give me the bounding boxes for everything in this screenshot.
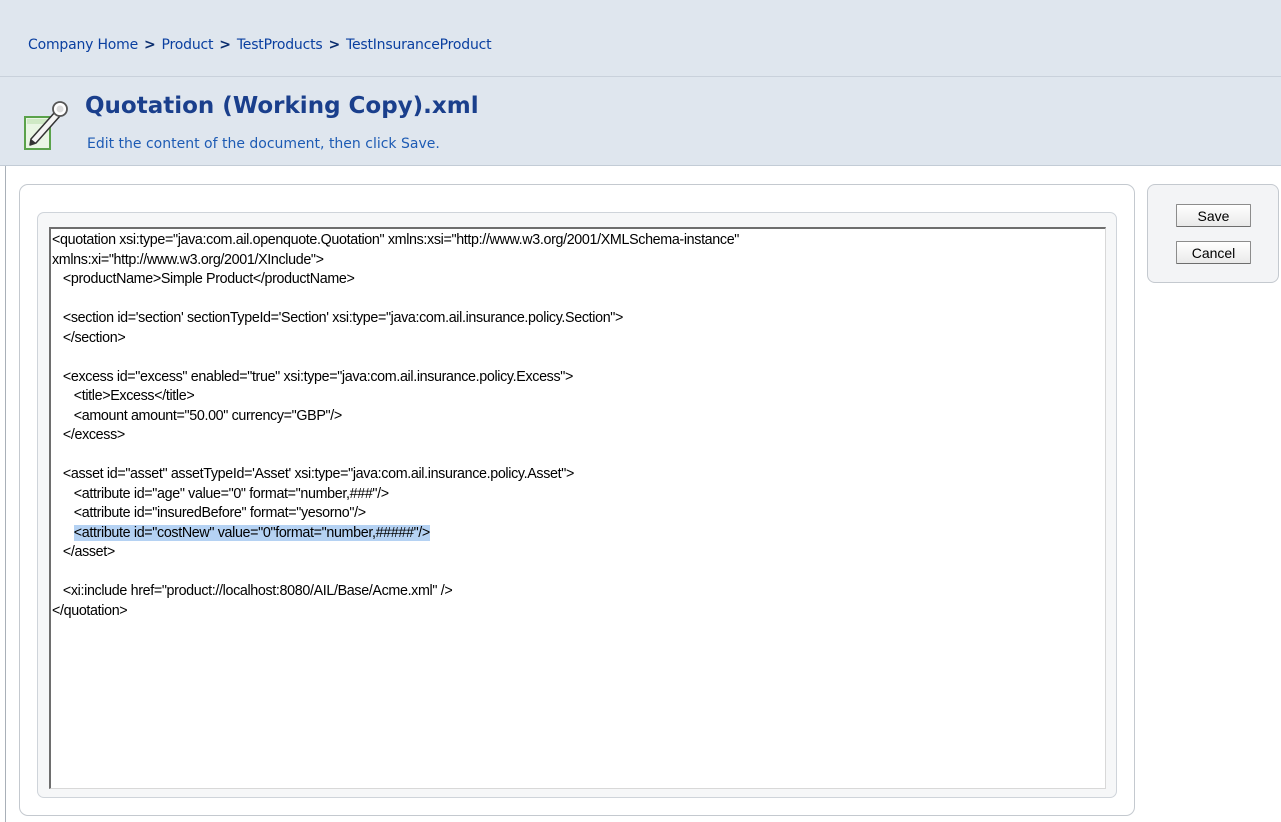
breadcrumb-separator: > <box>144 37 156 53</box>
page-subtitle: Edit the content of the document, then c… <box>87 136 440 152</box>
page-title: Quotation (Working Copy).xml <box>85 93 479 119</box>
editor-panel: <quotation xsi:type="java:com.ail.openqu… <box>19 184 1135 816</box>
header-divider <box>0 76 1281 77</box>
code-line: <title>Excess</title> <box>52 388 195 404</box>
code-line: </excess> <box>52 427 125 443</box>
code-line: <productName>Simple Product</productName… <box>52 271 355 287</box>
code-line: <attribute id="age" value="0" format="nu… <box>52 485 389 502</box>
code-line: <attribute id="costNew" value="0"format=… <box>52 524 1105 544</box>
breadcrumb-company-home[interactable]: Company Home <box>28 37 138 53</box>
selected-text: <attribute id="costNew" value="0"format=… <box>73 524 430 541</box>
action-panel: Save Cancel <box>1147 184 1279 283</box>
cancel-button[interactable]: Cancel <box>1176 241 1251 264</box>
code-line: </asset> <box>52 544 115 560</box>
code-line: <attribute id="insuredBefore" format="ye… <box>52 505 366 521</box>
code-line: </section> <box>52 329 126 346</box>
code-line: <section id='section' sectionTypeId='Sec… <box>52 310 624 326</box>
code-line: <xi:include href="product://localhost:80… <box>52 583 453 599</box>
code-line: <excess id="excess" enabled="true" xsi:t… <box>52 368 574 385</box>
code-line: </quotation> <box>52 602 128 619</box>
left-border <box>5 166 6 822</box>
content-textarea[interactable]: <quotation xsi:type="java:com.ail.openqu… <box>49 227 1106 789</box>
breadcrumb-testinsuranceproduct[interactable]: TestInsuranceProduct <box>346 37 492 53</box>
breadcrumb-product[interactable]: Product <box>162 37 214 53</box>
breadcrumb: Company Home > Product > TestProducts > TestIn… <box>28 37 492 53</box>
code-line: <asset id="asset" assetTypeId='Asset' xs… <box>52 466 574 482</box>
save-button[interactable]: Save <box>1176 204 1251 227</box>
edit-document-icon <box>24 101 68 150</box>
breadcrumb-separator: > <box>328 37 340 53</box>
page-header: Company Home > Product > TestProducts > TestIn… <box>0 0 1281 166</box>
code-line: xmlns:xi="http://www.w3.org/2001/XInclud… <box>52 251 324 268</box>
code-line: <quotation xsi:type="java:com.ail.openqu… <box>52 232 740 248</box>
editor-frame: <quotation xsi:type="java:com.ail.openqu… <box>37 212 1117 798</box>
code-line: <amount amount="50.00" currency="GBP"/> <box>52 407 343 424</box>
breadcrumb-testproducts[interactable]: TestProducts <box>237 37 323 53</box>
breadcrumb-separator: > <box>219 37 231 53</box>
